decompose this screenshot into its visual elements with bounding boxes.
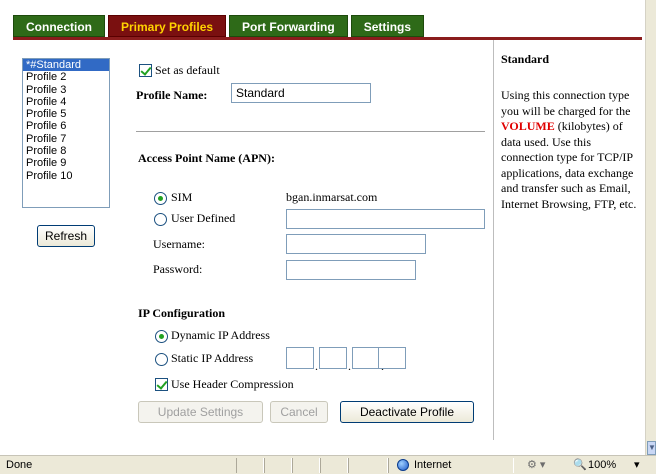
profile-name-input[interactable]: Standard	[231, 83, 371, 103]
status-segment	[264, 458, 292, 473]
profile-list-item[interactable]: Profile 10	[23, 170, 109, 182]
profile-list-item[interactable]: Profile 2	[23, 71, 109, 83]
tab-underline	[13, 37, 642, 40]
profile-list-item[interactable]: Profile 4	[23, 96, 109, 108]
apn-user-defined-label: User Defined	[171, 211, 236, 225]
info-highlight: VOLUME	[501, 119, 555, 133]
cancel-button[interactable]: Cancel	[270, 401, 328, 423]
set-default-label: Set as default	[155, 63, 220, 77]
apn-user-defined-radio[interactable]	[154, 213, 167, 226]
status-segment	[236, 458, 264, 473]
ip-octet-4-input[interactable]	[378, 347, 406, 369]
profile-list-item[interactable]: Profile 9	[23, 157, 109, 169]
zone-text: Internet	[414, 459, 452, 471]
status-segment	[320, 458, 348, 473]
ip-config-heading: IP Configuration	[138, 306, 226, 320]
refresh-button[interactable]: Refresh	[37, 225, 95, 247]
profile-list-item[interactable]: Profile 8	[23, 145, 109, 157]
protected-mode-icon[interactable]: ⚙ ▾	[527, 458, 545, 471]
status-bar: Done Internet ⚙ ▾ 🔍 100% ▾	[0, 455, 656, 474]
zoom-level[interactable]: 100%	[588, 459, 616, 471]
profile-name-label: Profile Name:	[136, 88, 208, 102]
username-label: Username:	[153, 237, 205, 251]
ip-dynamic-label: Dynamic IP Address	[171, 328, 270, 342]
info-text-before: Using this connection type you will be c…	[501, 88, 631, 118]
header-compression-label: Use Header Compression	[171, 377, 294, 391]
scroll-down-arrow-icon[interactable]: ▼	[647, 441, 656, 455]
update-settings-button[interactable]: Update Settings	[138, 401, 263, 423]
apn-sim-label: SIM	[171, 190, 193, 204]
tab-port-forwarding[interactable]: Port Forwarding	[229, 15, 348, 37]
apn-user-defined-input[interactable]	[286, 209, 485, 229]
internet-zone-globe-icon	[397, 459, 409, 471]
password-label: Password:	[153, 262, 203, 276]
ip-octet-2-input[interactable]	[319, 347, 347, 369]
section-divider	[136, 131, 485, 132]
ip-static-radio[interactable]	[155, 353, 168, 366]
status-segment	[348, 458, 388, 473]
panel-divider	[493, 40, 494, 440]
password-input[interactable]	[286, 260, 416, 280]
ip-octet-1-input[interactable]	[286, 347, 314, 369]
profile-list[interactable]: *#Standard Profile 2 Profile 3 Profile 4…	[22, 58, 110, 208]
profile-list-item[interactable]: Profile 6	[23, 120, 109, 132]
status-segment	[292, 458, 320, 473]
ip-dynamic-radio[interactable]	[155, 330, 168, 343]
tab-settings[interactable]: Settings	[350, 15, 425, 37]
ip-separator: .	[348, 359, 351, 373]
ip-separator: .	[315, 359, 318, 373]
info-description: Using this connection type you will be c…	[501, 88, 641, 212]
apn-heading: Access Point Name (APN):	[138, 151, 275, 165]
status-text: Done	[6, 459, 33, 471]
tab-bar: Connection Primary Profiles Port Forward…	[13, 15, 425, 37]
set-default-checkbox[interactable]	[139, 64, 152, 77]
vertical-scrollbar[interactable]: ▼	[645, 0, 656, 455]
zoom-icon[interactable]: 🔍	[573, 458, 587, 471]
username-input[interactable]	[286, 234, 426, 254]
ip-static-label: Static IP Address	[171, 351, 254, 365]
profile-list-item[interactable]: Profile 5	[23, 108, 109, 120]
ip-octet-3-input[interactable]	[352, 347, 380, 369]
deactivate-profile-button[interactable]: Deactivate Profile	[340, 401, 474, 423]
apn-sim-value: bgan.inmarsat.com	[286, 190, 378, 204]
tab-primary-profiles[interactable]: Primary Profiles	[108, 15, 227, 37]
profile-list-item[interactable]: *#Standard	[23, 59, 109, 72]
profile-list-item[interactable]: Profile 3	[23, 84, 109, 96]
tab-connection[interactable]: Connection	[13, 15, 105, 37]
profile-list-item[interactable]: Profile 7	[23, 133, 109, 145]
zoom-dropdown-chevron-icon[interactable]: ▾	[634, 458, 640, 471]
info-title: Standard	[501, 52, 550, 66]
header-compression-checkbox[interactable]	[155, 378, 168, 391]
apn-sim-radio[interactable]	[154, 192, 167, 205]
